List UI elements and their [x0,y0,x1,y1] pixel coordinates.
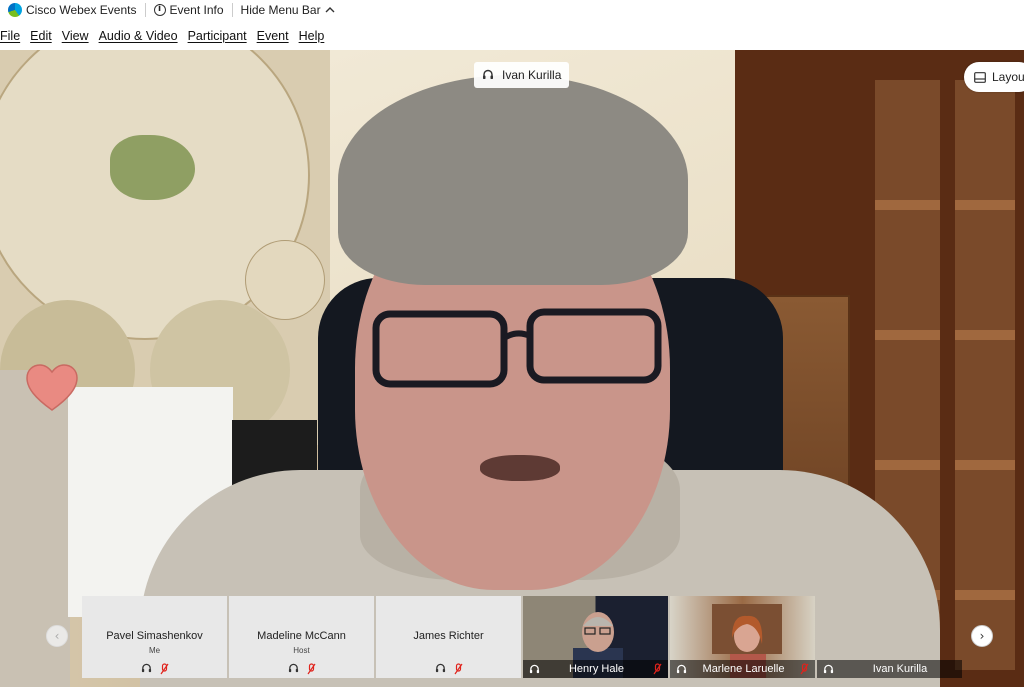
menu-audio-video[interactable]: Audio & Video [94,24,183,48]
filmstrip-next-button[interactable]: › [971,625,993,647]
headset-icon [141,663,151,673]
participant-video-tile[interactable]: Marlene Laruelle [670,596,815,678]
participant-tile[interactable]: Pavel Simashenkov Me [82,596,227,678]
participant-name: Madeline McCann [257,630,346,642]
participant-tile[interactable]: James Richter [376,596,521,678]
layout-label: Layout [992,70,1024,84]
menu-edit[interactable]: Edit [25,24,57,48]
headset-icon [676,664,687,673]
headset-icon [483,69,493,79]
participant-label-bar: Henry Hale [523,660,668,678]
info-icon: i [153,4,166,16]
participant-video-tile[interactable]: Henry Hale [523,596,668,678]
headset-icon [435,663,445,673]
headset-icon [288,663,298,673]
active-speaker-name: Ivan Kurilla [502,68,562,82]
menu-help[interactable]: Help [294,24,330,48]
headset-icon [823,664,834,673]
participant-tile[interactable]: Madeline McCann Host [229,596,374,678]
speaker-hair [338,75,688,285]
participant-status [82,663,227,675]
participant-name: James Richter [413,630,484,642]
participant-name: Ivan Kurilla [872,663,928,675]
participant-status [376,663,521,675]
map-continent [110,135,195,200]
hide-menu-bar-label: Hide Menu Bar [240,3,321,17]
participant-name: Marlene Laruelle [702,663,785,675]
menu-view[interactable]: View [57,24,94,48]
menu-event[interactable]: Event [252,24,294,48]
headset-icon [529,664,540,673]
event-info-button[interactable]: i Event Info [146,0,232,20]
participant-status [229,663,374,675]
participant-name: Henry Hale [568,663,625,675]
webex-logo-icon [8,3,22,17]
filmstrip-prev-button[interactable]: ‹ [46,625,68,647]
speaker-glasses [372,308,662,388]
speaker-mouth [480,455,560,481]
map-hemisphere [245,240,325,320]
menu-bar: File Edit View Audio & Video Participant… [0,24,1024,48]
heart-reaction-icon [26,364,78,411]
menu-file[interactable]: File [0,24,25,48]
event-info-label: Event Info [169,3,224,17]
participant-name: Pavel Simashenkov [106,630,203,642]
participant-label-bar: Marlene Laruelle [670,660,815,678]
mic-muted-icon [800,663,809,675]
layout-icon [974,71,986,83]
participant-filmstrip: Pavel Simashenkov Me Madeline McCann Hos… [82,596,962,678]
participant-label-bar: Ivan Kurilla [817,660,962,678]
chevron-right-icon: › [979,629,985,643]
participant-video-tile[interactable]: Ivan Kurilla [817,596,962,678]
title-bar: Cisco Webex Events i Event Info Hide Men… [0,0,1024,20]
hide-menu-bar-button[interactable]: Hide Menu Bar [233,0,343,20]
app-name: Cisco Webex Events [26,3,137,17]
chevron-left-icon: ‹ [54,629,60,643]
chevron-up-icon [325,7,335,13]
menu-participant[interactable]: Participant [183,24,252,48]
shelf-column [955,80,1015,670]
app-title: Cisco Webex Events [0,0,145,20]
mic-muted-icon [160,663,168,675]
active-speaker-label: Ivan Kurilla [474,62,570,88]
mic-muted-icon [653,663,662,675]
participant-role: Me [148,646,161,655]
layout-button[interactable]: Layout [964,62,1024,92]
participant-role: Host [293,646,310,655]
main-video: Ivan Kurilla Layout ‹ › Pavel Simashenko… [0,50,1024,687]
mic-muted-icon [307,663,315,675]
mic-muted-icon [454,663,462,675]
